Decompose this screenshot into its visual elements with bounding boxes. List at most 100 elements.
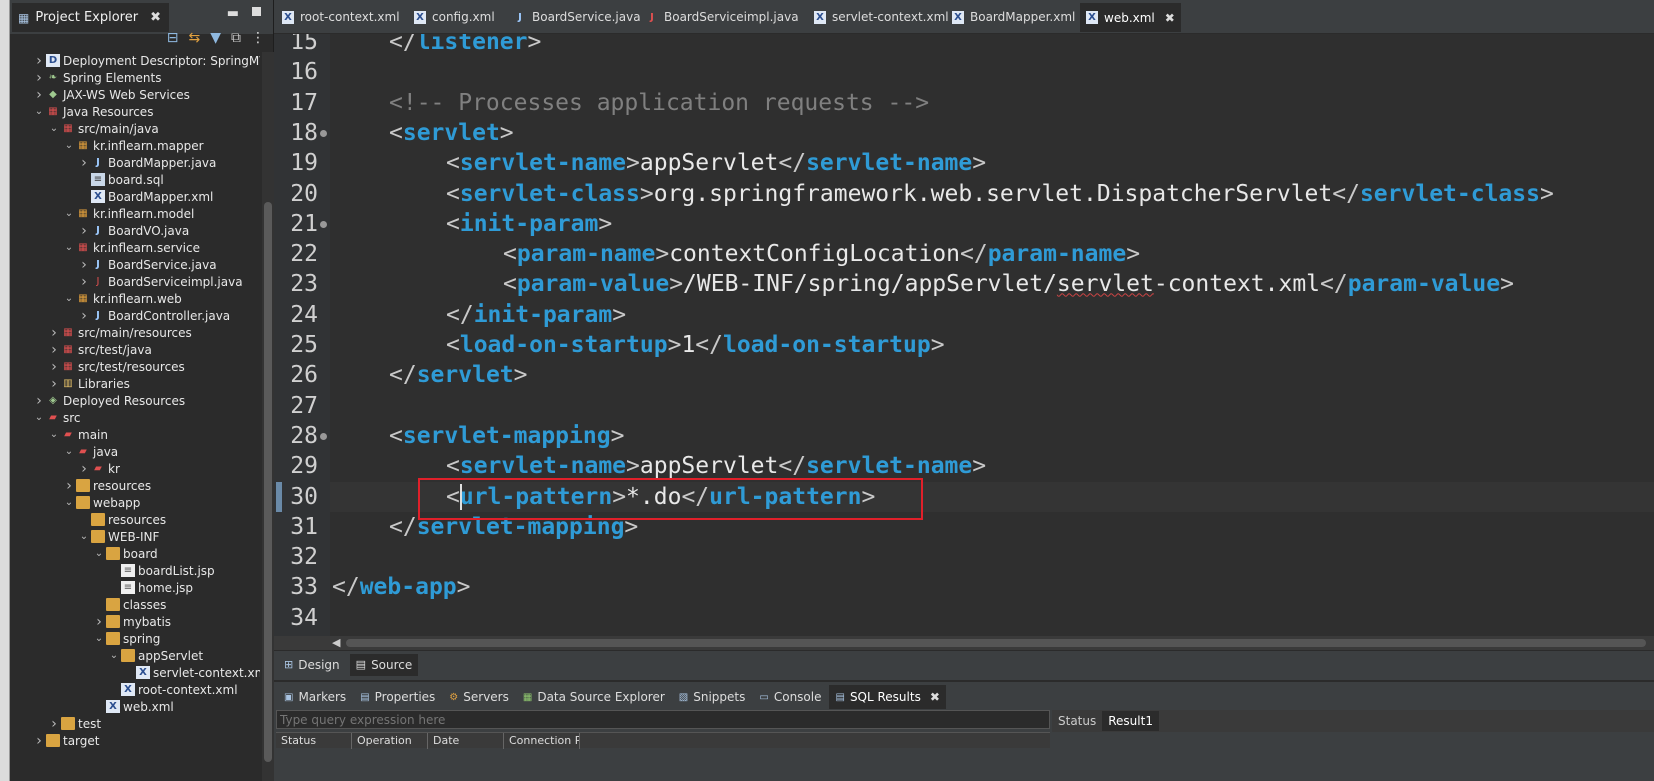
tree-item[interactable]: › D Deployment Descriptor: SpringMVC( [32, 52, 260, 69]
code-line[interactable]: </listener> [389, 34, 541, 57]
fold-toggle-icon[interactable] [320, 129, 327, 137]
tab-result1[interactable]: Result1 [1102, 711, 1159, 731]
tree-item[interactable]: ⌄ ▰ main [47, 426, 108, 443]
tab-status[interactable]: Status [1052, 711, 1102, 731]
tree-item[interactable]: › J BoardVO.java [77, 222, 189, 239]
tree-item[interactable]: › ▦ src/main/resources [47, 324, 192, 341]
tree-scrollbar-thumb[interactable] [264, 202, 272, 762]
expand-right-icon[interactable]: › [47, 376, 61, 392]
close-icon[interactable]: ✖ [930, 690, 940, 704]
collapse-all-icon[interactable]: ⊟ [167, 30, 179, 46]
tree-item[interactable]: › resources [62, 477, 151, 494]
expand-right-icon[interactable]: › [47, 325, 61, 341]
expand-right-icon[interactable]: › [77, 155, 91, 171]
column-header-status[interactable]: Status [276, 733, 352, 749]
tab-project-explorer[interactable]: ▦ Project Explorer ✖ [12, 3, 169, 32]
tab-sql-results[interactable]: ▤ SQL Results ✖ [829, 685, 946, 709]
code-line[interactable]: <servlet> [389, 118, 514, 148]
column-header-date[interactable]: Date [428, 733, 504, 749]
expand-right-icon[interactable]: › [92, 614, 106, 630]
tab-console[interactable]: ▭ Console [753, 685, 827, 709]
editor-tab[interactable]: Xweb.xml ✖ [1080, 3, 1181, 32]
maximize-icon[interactable] [252, 7, 261, 16]
tab-markers[interactable]: ▣ Markers [278, 685, 352, 709]
expand-right-icon[interactable]: › [47, 359, 61, 375]
editor-tab[interactable]: J BoardService.java [508, 5, 647, 29]
tree-item[interactable]: ⌄ board [92, 545, 158, 562]
tree-item[interactable]: ≡ home.jsp [107, 579, 193, 596]
expand-down-icon[interactable]: ⌄ [32, 412, 46, 423]
tree-scrollbar[interactable] [262, 52, 274, 781]
tree-item[interactable]: Xroot-context.xml [107, 681, 238, 698]
code-line[interactable]: <servlet-mapping> [389, 421, 624, 451]
expand-right-icon[interactable]: › [77, 308, 91, 324]
tree-item[interactable]: ⌄ ▦ kr.inflearn.mapper [62, 137, 204, 154]
tab-data-source-explorer[interactable]: ▦ Data Source Explorer [517, 685, 671, 709]
code-line[interactable]: </web-app> [332, 572, 471, 602]
scroll-left-icon[interactable]: ◀ [332, 636, 340, 649]
code-line[interactable]: <!-- Processes application requests --> [389, 88, 929, 118]
code-area[interactable]: </listener> <!-- Processes application re… [330, 34, 1654, 638]
tree-item[interactable]: › mybatis [92, 613, 171, 630]
expand-right-icon[interactable]: › [47, 342, 61, 358]
tree-item[interactable]: ⌄ spring [92, 630, 161, 647]
expand-down-icon[interactable]: ⌄ [47, 123, 61, 134]
close-icon[interactable]: ✖ [1165, 11, 1175, 25]
tree-item[interactable]: › J BoardService.java [77, 256, 216, 273]
expand-right-icon[interactable]: › [32, 87, 46, 103]
tree-item[interactable]: › J BoardServiceimpl.java [77, 273, 242, 290]
view-menu-icon[interactable]: ⋮ [251, 30, 265, 46]
code-line[interactable]: <servlet-name>appServlet</servlet-name> [446, 451, 986, 481]
editor-horizontal-scrollbar[interactable]: ◀ [274, 636, 1654, 650]
editor-tab[interactable]: Xconfig.xml [408, 5, 501, 29]
code-line[interactable]: <param-name>contextConfigLocation</param… [503, 239, 1140, 269]
code-line[interactable]: <init-param> [446, 209, 612, 239]
tree-item[interactable]: X BoardMapper.xml [77, 188, 213, 205]
expand-right-icon[interactable]: › [77, 274, 91, 290]
expand-down-icon[interactable]: ⌄ [62, 242, 76, 253]
code-line[interactable]: <param-value>/WEB-INF/spring/appServlet/… [503, 269, 1514, 299]
editor-tab[interactable]: X BoardMapper.xml [946, 5, 1081, 29]
tree-item[interactable]: › ◈ Deployed Resources [32, 392, 185, 409]
tree-item[interactable]: ⌄ ▦ src/main/java [47, 120, 159, 137]
expand-right-icon[interactable]: › [47, 716, 61, 732]
tree-item[interactable]: classes [92, 596, 166, 613]
tree-item[interactable]: › target [32, 732, 99, 749]
expand-down-icon[interactable]: ⌄ [77, 531, 91, 542]
fold-toggle-icon[interactable] [320, 432, 327, 440]
expand-down-icon[interactable]: ⌄ [62, 497, 76, 508]
fold-toggle-icon[interactable] [320, 220, 327, 228]
tree-item[interactable]: › ▦ src/test/java [47, 341, 152, 358]
close-icon[interactable]: ✖ [150, 10, 161, 25]
tree-item[interactable]: Xweb.xml [92, 698, 174, 715]
code-line[interactable]: <servlet-class>org.springframework.web.s… [446, 179, 1554, 209]
editor-tab[interactable]: Xservlet-context.xml [808, 5, 955, 29]
code-line[interactable]: <servlet-name>appServlet</servlet-name> [446, 148, 986, 178]
expand-right-icon[interactable]: › [32, 53, 46, 69]
expand-down-icon[interactable]: ⌄ [92, 548, 106, 559]
tree-item[interactable]: › ▦ src/test/resources [47, 358, 185, 375]
column-header-connection[interactable]: Connection P [504, 733, 580, 749]
tree-item[interactable]: › ❧ Spring Elements [32, 69, 161, 86]
tree-item[interactable]: ⌄ webapp [62, 494, 141, 511]
tree-item[interactable]: ⌄ ▦ kr.inflearn.model [62, 205, 195, 222]
tab-servers[interactable]: ⚙ Servers [443, 685, 515, 709]
expand-down-icon[interactable]: ⌄ [62, 293, 76, 304]
expand-right-icon[interactable]: › [32, 393, 46, 409]
expand-right-icon[interactable]: › [32, 70, 46, 86]
expand-down-icon[interactable]: ⌄ [47, 429, 61, 440]
tree-item[interactable]: › J BoardController.java [77, 307, 230, 324]
expand-right-icon[interactable]: › [77, 223, 91, 239]
code-line[interactable]: </servlet> [389, 360, 528, 390]
focus-icon[interactable]: ⧉ [231, 30, 241, 46]
code-editor[interactable]: 15 16 17 18 19 20 21 22 23 24 25 26 27 28 29 30 31 32 33 34… [274, 34, 1654, 638]
link-editor-icon[interactable]: ⇆ [188, 30, 200, 46]
expand-right-icon[interactable]: › [77, 257, 91, 273]
editor-tab[interactable]: J BoardServiceimpl.java [640, 5, 805, 29]
scrollbar-thumb[interactable] [346, 639, 1646, 647]
tab-properties[interactable]: ▤ Properties [354, 685, 441, 709]
code-line[interactable]: </init-param> [446, 300, 626, 330]
tree-item[interactable]: › test [47, 715, 101, 732]
expand-down-icon[interactable]: ⌄ [107, 650, 121, 661]
editor-tab[interactable]: Xroot-context.xml [276, 5, 406, 29]
